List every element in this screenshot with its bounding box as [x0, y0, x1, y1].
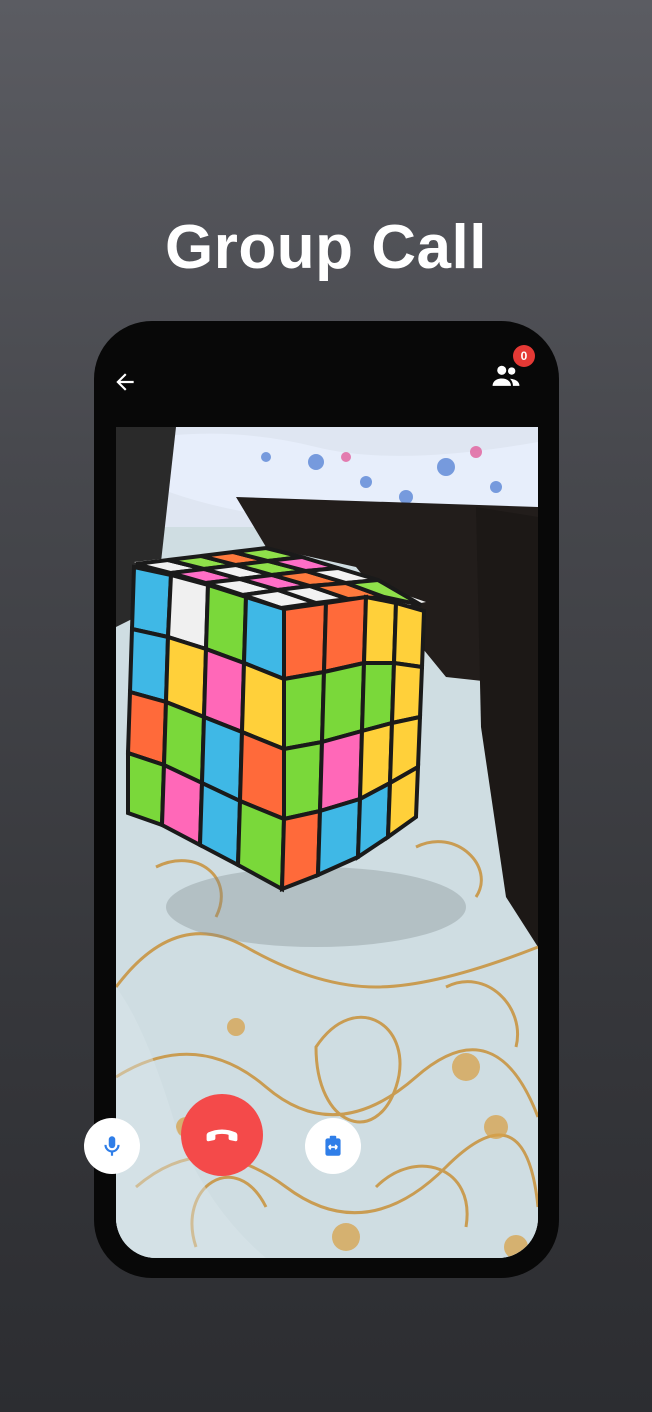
camera-switch-icon — [325, 1135, 341, 1156]
back-button[interactable] — [108, 365, 142, 399]
microphone-icon — [104, 1136, 120, 1156]
arrow-left-icon — [116, 373, 134, 391]
end-call-button[interactable] — [181, 1094, 263, 1176]
page-title: Group Call — [165, 213, 487, 282]
participant-count-badge: 0 — [513, 345, 535, 367]
phone-hangup-icon — [206, 1129, 238, 1142]
participants-button[interactable]: 0 — [489, 345, 535, 393]
switch-camera-button[interactable] — [305, 1118, 361, 1174]
mute-button[interactable] — [84, 1118, 140, 1174]
